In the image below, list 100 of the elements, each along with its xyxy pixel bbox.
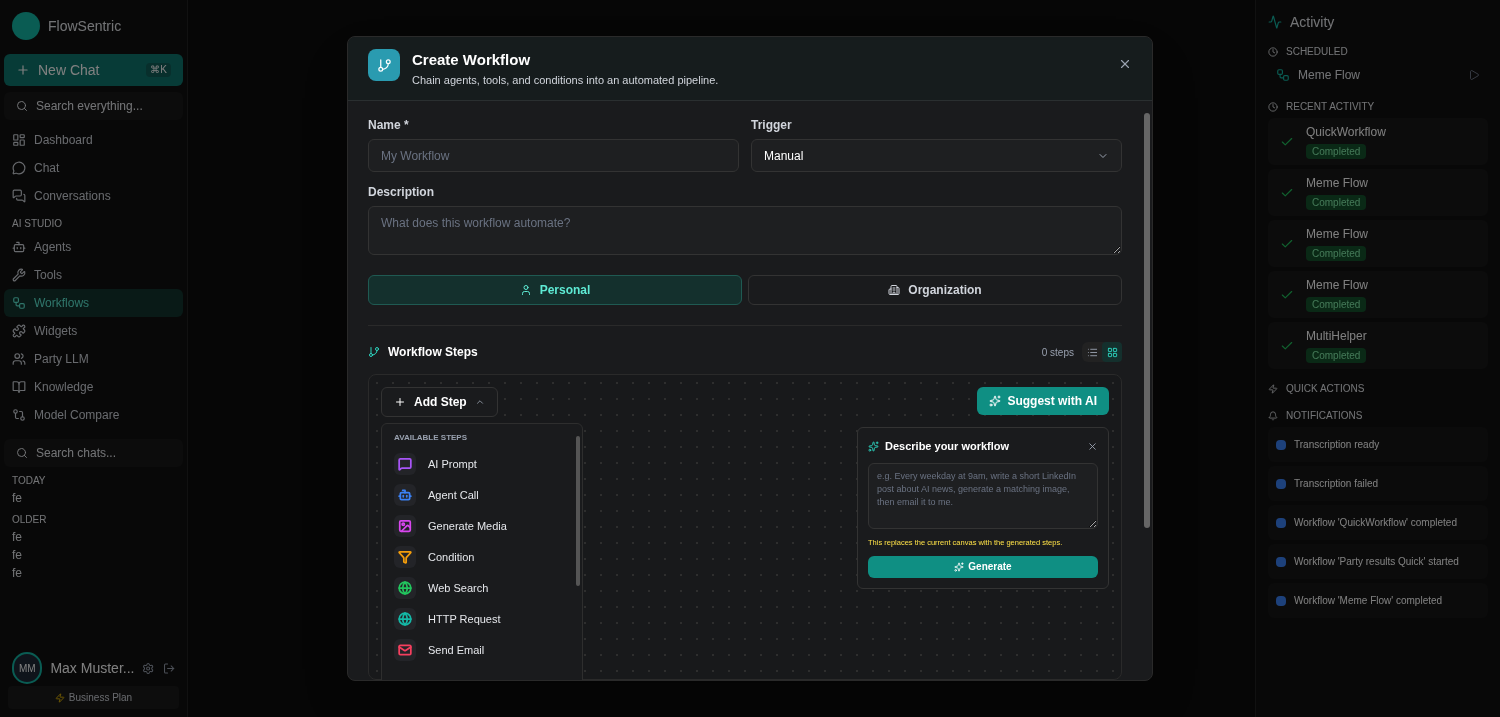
activity-card[interactable]: Meme Flow Completed	[1268, 169, 1488, 216]
scheduled-item[interactable]: Meme Flow	[1268, 63, 1488, 87]
nav-item[interactable]: Workflows	[4, 289, 183, 317]
generate-button[interactable]: Generate	[868, 555, 1098, 578]
history-entry[interactable]: fe	[12, 529, 22, 545]
suggest-button[interactable]: Suggest with AI	[977, 387, 1109, 415]
search-field[interactable]: Search everything...	[4, 92, 183, 120]
info-icon	[1276, 439, 1286, 450]
status-badge: Completed	[1306, 246, 1367, 261]
activity-card[interactable]: QuickWorkflow Completed	[1268, 118, 1488, 165]
field-label: Trigger	[751, 117, 793, 133]
heading-icon	[1268, 46, 1278, 57]
section-heading: QUICK ACTIONS	[1286, 382, 1365, 396]
nav-item[interactable]: Model Compare	[4, 401, 183, 429]
history-entry[interactable]: fe	[12, 490, 22, 506]
activity-card[interactable]: Meme Flow Completed	[1268, 220, 1488, 267]
nav-item[interactable]: Knowledge	[4, 373, 183, 401]
section-heading: NOTIFICATIONS	[1286, 409, 1363, 423]
grid-icon	[1106, 346, 1118, 358]
nav-item[interactable]: Chat	[4, 154, 183, 182]
field-label: Description	[368, 184, 435, 200]
workflow-icon	[368, 49, 400, 81]
nav-item[interactable]: Party LLM	[4, 345, 183, 373]
section-heading: RECENT ACTIVITY	[1286, 100, 1375, 114]
step-option[interactable]: Web Search	[390, 577, 566, 599]
grid-view-button[interactable]	[1102, 342, 1122, 362]
group-heading: OLDER	[12, 513, 48, 527]
nav-icon	[12, 352, 26, 366]
avatar: MM	[12, 652, 43, 684]
play-icon[interactable]	[1468, 69, 1480, 81]
scrollbar-thumb[interactable]	[576, 436, 580, 586]
step-option[interactable]: Generate Media	[390, 515, 566, 537]
activity-card[interactable]: Meme Flow Completed	[1268, 271, 1488, 318]
nav-icon	[12, 324, 26, 338]
step-option[interactable]: HTTP Request	[390, 608, 566, 630]
settings-icon[interactable]	[142, 661, 155, 675]
nav-item[interactable]: Tools	[4, 261, 183, 289]
step-option[interactable]: Condition	[390, 546, 566, 568]
bolt-icon	[54, 692, 65, 703]
group-heading: TODAY	[12, 474, 47, 488]
step-option[interactable]: Agent Call	[390, 484, 566, 506]
dialog-title: Create Workflow	[412, 50, 532, 70]
plan-badge: Business Plan	[8, 686, 179, 709]
heading-icon	[1268, 383, 1278, 394]
status-badge: Completed	[1306, 297, 1367, 312]
add-step-button[interactable]: Add Step	[381, 387, 498, 417]
sparkles-icon	[954, 561, 965, 572]
close-icon[interactable]	[1118, 57, 1132, 71]
nav-item[interactable]: Agents	[4, 233, 183, 261]
section-heading: SCHEDULED	[1286, 45, 1348, 59]
nav-icon	[12, 240, 26, 254]
dialog-subtitle: Chain agents, tools, and conditions into an automated pipeline.	[412, 72, 720, 88]
notification-title: Workflow 'Party results Quick' started	[1294, 555, 1459, 569]
search-icon	[16, 100, 28, 112]
scope-toggle[interactable]: Organization	[748, 275, 1122, 305]
heading-icon	[1268, 410, 1278, 421]
scope-toggle[interactable]: Personal	[368, 275, 742, 305]
shortcut-badge: ⌘K	[146, 62, 171, 78]
describe-textarea[interactable]: e.g. Every weekday at 9am, write a short LinkedIn post about AI news, generate a matching image, then email it to me.	[868, 462, 1098, 529]
status-badge: Completed	[1306, 144, 1367, 159]
nav-item[interactable]: Conversations	[4, 182, 183, 210]
heading-icon	[1268, 101, 1278, 112]
logo-icon	[12, 12, 40, 40]
history-entry[interactable]: fe	[12, 547, 22, 563]
nav-icon	[12, 296, 26, 310]
activity-card[interactable]: MultiHelper Completed	[1268, 322, 1488, 369]
plus-icon	[394, 396, 406, 408]
nav-icon	[12, 268, 26, 282]
history-entry[interactable]: fe	[12, 565, 22, 581]
info-icon	[1276, 478, 1286, 489]
new-chat-button[interactable]: New Chat ⌘K	[4, 54, 183, 86]
logout-icon[interactable]	[162, 661, 175, 675]
building-icon	[888, 284, 901, 296]
workflow-icon	[1276, 68, 1290, 82]
brand-name: FlowSentric	[48, 17, 122, 36]
activity-icon	[1268, 15, 1282, 29]
nav-item[interactable]: Widgets	[4, 317, 183, 345]
status-badge: Completed	[1306, 195, 1367, 210]
chat-search-field[interactable]: Search chats...	[4, 439, 183, 467]
close-icon[interactable]	[1087, 440, 1098, 452]
plus-icon	[16, 63, 30, 77]
workflow-name: Meme Flow	[1306, 226, 1368, 242]
name-input[interactable]: My Workflow	[368, 139, 739, 172]
trigger-select[interactable]: Manual	[751, 139, 1122, 172]
notification-title: Workflow 'QuickWorkflow' completed	[1294, 516, 1457, 530]
scrollbar-thumb[interactable]	[1144, 113, 1150, 528]
search-icon	[16, 447, 28, 459]
info-icon	[1276, 556, 1286, 567]
nav-icon	[12, 189, 26, 203]
sparkles-icon	[868, 440, 879, 452]
user-icon	[519, 284, 532, 296]
nav-item[interactable]: Dashboard	[4, 126, 183, 154]
notification-title: Transcription ready	[1294, 438, 1380, 452]
step-option[interactable]: Send Email	[390, 639, 566, 661]
nav-icon	[12, 133, 26, 147]
menu-heading: AVAILABLE STEPS	[393, 432, 469, 444]
description-textarea[interactable]: What does this workflow automate?	[368, 206, 1122, 255]
field-label: Name *	[368, 117, 410, 133]
step-option[interactable]: AI Prompt	[390, 453, 566, 475]
chevron-icon	[474, 397, 485, 407]
